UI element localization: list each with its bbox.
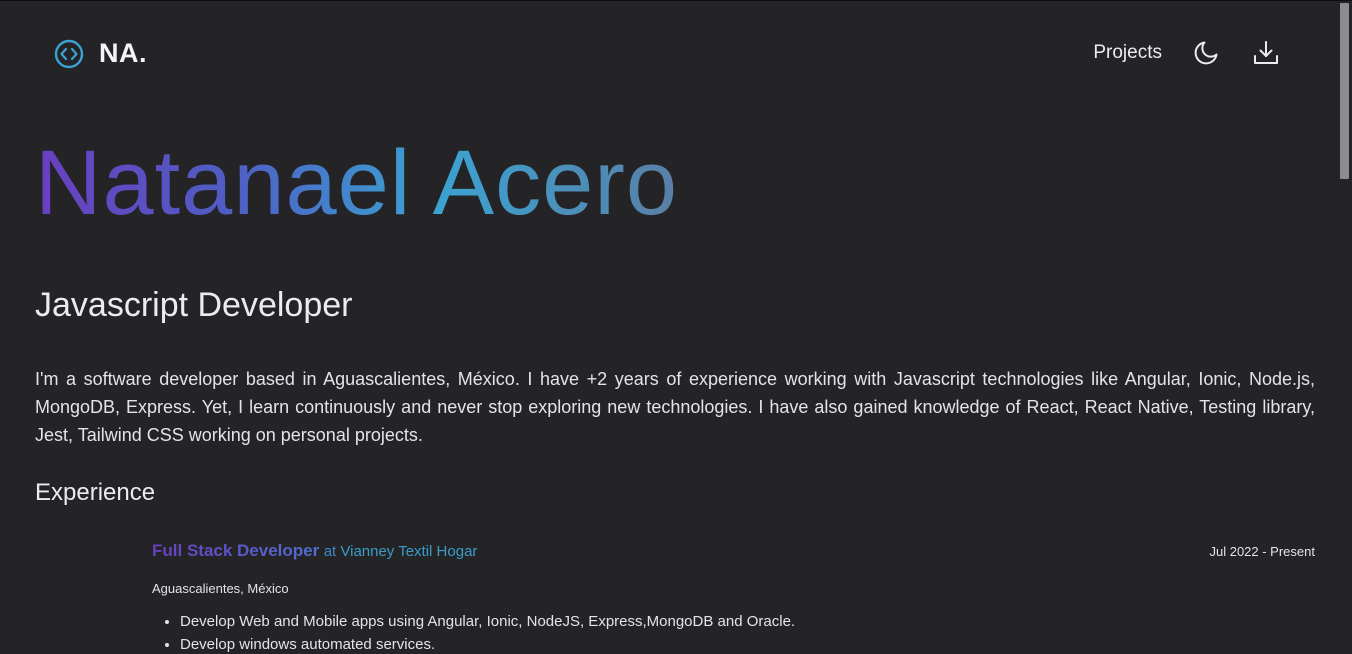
logo-text: NA. <box>99 38 147 68</box>
hero-name: Natanael Acero <box>35 132 679 234</box>
main-nav: Projects <box>1093 37 1282 69</box>
job-bullet-list: Develop Web and Mobile apps using Angula… <box>152 610 1315 654</box>
theme-toggle-button[interactable] <box>1190 37 1222 69</box>
scrollbar-thumb[interactable] <box>1340 3 1349 179</box>
job-title: Full Stack Developer <box>152 541 320 560</box>
logo[interactable]: NA. <box>54 38 147 69</box>
download-cv-button[interactable] <box>1250 37 1282 69</box>
job-location: Aguascalientes, México <box>152 581 289 596</box>
bio-paragraph: I'm a software developer based in Aguasc… <box>35 369 1315 445</box>
job-at-word: at <box>323 543 341 560</box>
job-company: Vianney Textil Hogar <box>340 543 478 560</box>
code-circle-icon <box>54 39 84 68</box>
job-bullet: Develop Web and Mobile apps using Angula… <box>180 610 1315 633</box>
role-title: Javascript Developer <box>35 286 353 324</box>
download-icon <box>1254 41 1278 64</box>
job-bullet: Develop windows automated services. <box>180 633 1315 654</box>
nav-link-projects[interactable]: Projects <box>1093 42 1162 64</box>
vertical-scrollbar[interactable] <box>1337 1 1352 654</box>
site-header: NA. Projects <box>0 1 1337 109</box>
moon-icon <box>1194 41 1218 65</box>
job-header: Full Stack Developer at Vianney Textil H… <box>152 541 1315 569</box>
experience-item: Full Stack Developer at Vianney Textil H… <box>152 541 1315 654</box>
job-dates: Jul 2022 - Present <box>1209 544 1315 559</box>
job-heading: Full Stack Developer at Vianney Textil H… <box>152 541 477 561</box>
experience-heading: Experience <box>35 479 156 506</box>
page: NA. Projects Natanael Acero Javascript D… <box>0 0 1352 654</box>
